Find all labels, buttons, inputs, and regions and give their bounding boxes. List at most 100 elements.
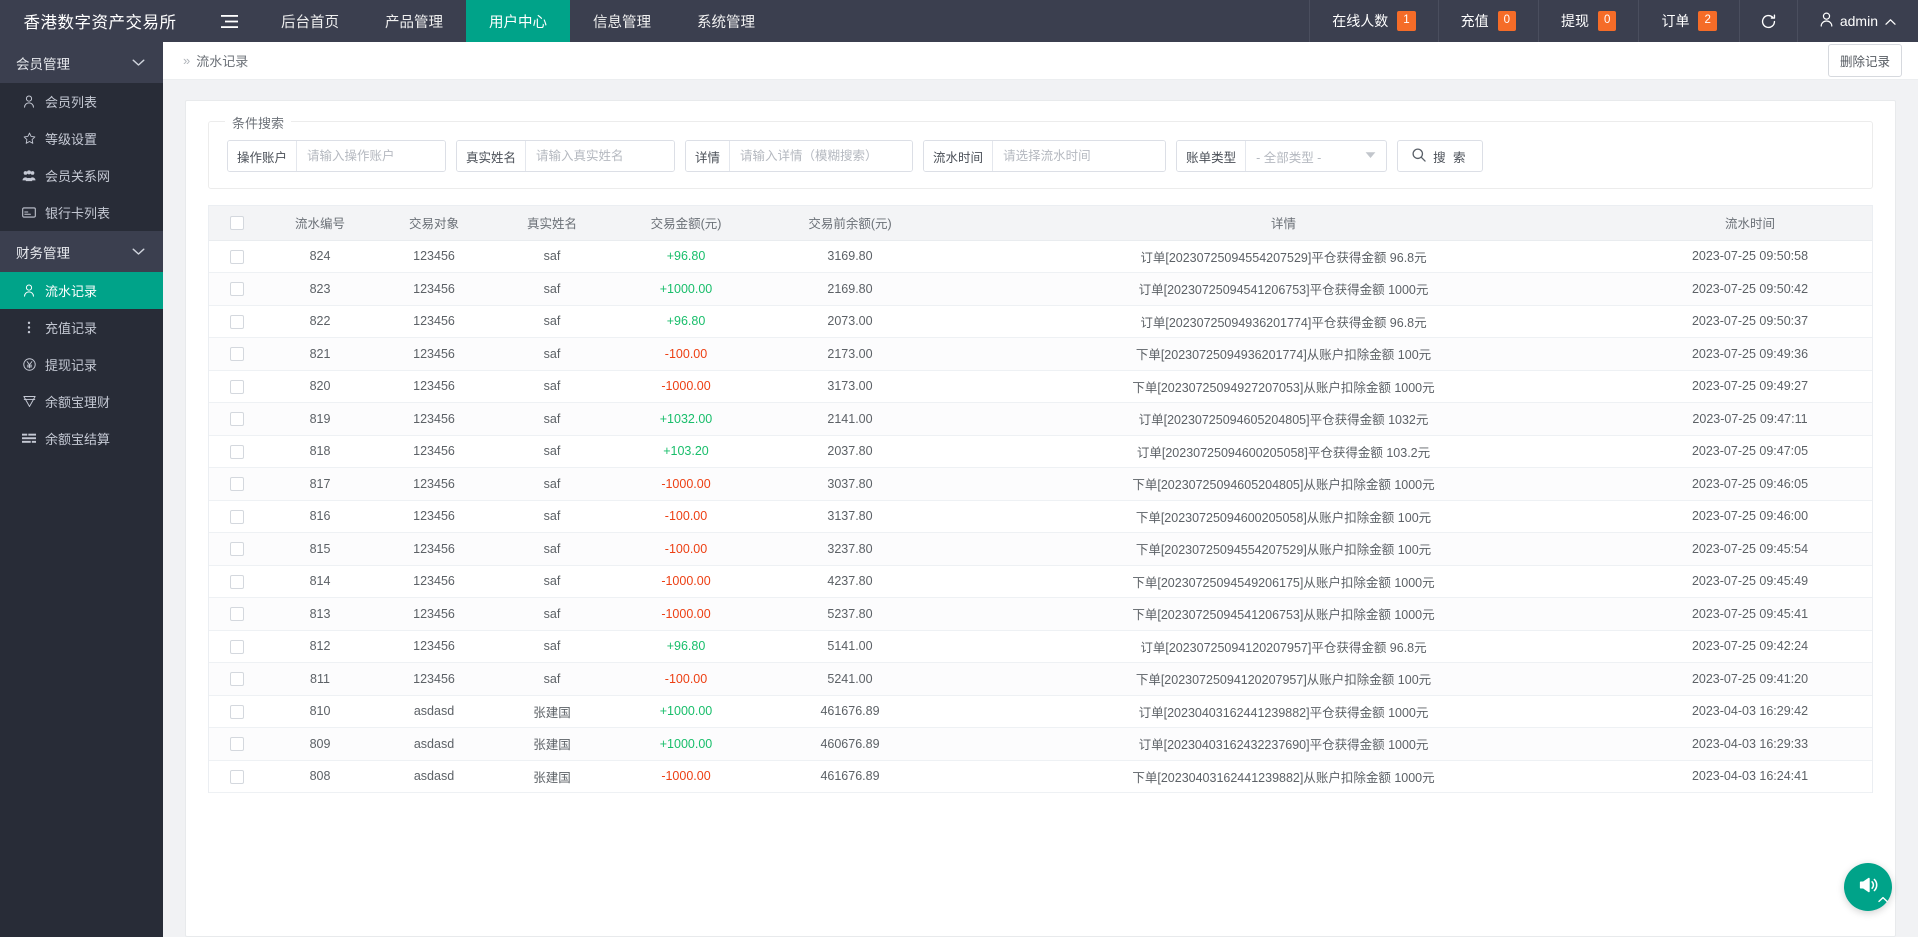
table-row[interactable]: 816 123456 saf -100.00 3137.80 下单[20230725094… xyxy=(209,500,1872,533)
col-detail[interactable]: 详情 xyxy=(939,206,1628,241)
table-row[interactable]: 809 asdasd 张建国 +1000.00 460676.89 订单[20230403… xyxy=(209,727,1872,761)
refresh-icon[interactable] xyxy=(1738,0,1797,42)
table-row[interactable]: 814 123456 saf -1000.00 4237.80 下单[2023072509… xyxy=(209,565,1872,598)
sidebar-item-yuebao-settlement[interactable]: 余额宝结算 xyxy=(0,420,163,457)
cell-amount: +1000.00 xyxy=(611,727,761,761)
row-checkbox[interactable] xyxy=(230,509,244,524)
nav-item-1[interactable]: 产品管理 xyxy=(362,0,466,42)
col-real-name[interactable]: 真实姓名 xyxy=(493,206,611,241)
filter-detail: 详情 xyxy=(685,140,914,172)
col-trade-target[interactable]: 交易对象 xyxy=(375,206,493,241)
row-checkbox[interactable] xyxy=(230,607,244,622)
row-checkbox[interactable] xyxy=(230,444,244,459)
row-checkbox[interactable] xyxy=(230,542,244,557)
table-row[interactable]: 808 asdasd 张建国 -1000.00 461676.89 下单[20230403… xyxy=(209,760,1872,793)
sidebar-item-label: 会员关系网 xyxy=(45,169,111,184)
table-row[interactable]: 815 123456 saf -100.00 3237.80 下单[20230725094… xyxy=(209,532,1872,566)
cell-real-name: saf xyxy=(493,240,611,273)
row-checkbox[interactable] xyxy=(230,314,244,329)
sidebar-item-level-settings[interactable]: 等级设置 xyxy=(0,120,163,157)
transaction-time-input[interactable] xyxy=(993,141,1166,171)
cell-detail: 下单[20230725094554207529]从账户扣除金额 100元 xyxy=(939,532,1628,566)
sidebar-group-member[interactable]: 会员管理 xyxy=(0,42,163,83)
select-all-checkbox[interactable] xyxy=(230,216,244,231)
stat-online-users[interactable]: 在线人数 1 xyxy=(1309,0,1437,42)
user-menu[interactable]: admin xyxy=(1796,0,1918,42)
row-checkbox[interactable] xyxy=(230,704,244,719)
stat-orders[interactable]: 订单 2 xyxy=(1638,0,1738,42)
row-checkbox[interactable] xyxy=(230,412,244,427)
operator-account-input[interactable] xyxy=(297,141,446,171)
cell-record-id: 811 xyxy=(265,662,375,696)
hamburger-icon[interactable] xyxy=(200,0,258,42)
detail-input[interactable] xyxy=(730,141,913,171)
table-row[interactable]: 817 123456 saf -1000.00 3037.80 下单[2023072509… xyxy=(209,467,1872,501)
cell-balance-before: 461676.89 xyxy=(761,760,939,793)
row-checkbox[interactable] xyxy=(230,769,244,784)
col-time[interactable]: 流水时间 xyxy=(1628,206,1872,241)
sidebar-item-bank-cards[interactable]: 银行卡列表 xyxy=(0,194,163,231)
nav-item-2[interactable]: 用户中心 xyxy=(466,0,570,42)
row-select-cell xyxy=(209,662,265,696)
delete-records-button[interactable]: 删除记录 xyxy=(1827,44,1902,77)
table-row[interactable]: 812 123456 saf +96.80 5141.00 订单[202307250941… xyxy=(209,630,1872,663)
row-checkbox[interactable] xyxy=(230,639,244,654)
table-row[interactable]: 819 123456 saf +1032.00 2141.00 订单[2023072509… xyxy=(209,402,1872,436)
sidebar-group-finance[interactable]: 财务管理 xyxy=(0,231,163,272)
cell-balance-before: 461676.89 xyxy=(761,695,939,728)
table-row[interactable]: 820 123456 saf -1000.00 3173.00 下单[2023072509… xyxy=(209,370,1872,403)
stat-label: 订单 xyxy=(1661,13,1690,29)
row-checkbox[interactable] xyxy=(230,379,244,394)
cell-real-name: saf xyxy=(493,467,611,501)
col-balance-before[interactable]: 交易前余额(元) xyxy=(761,206,939,241)
col-amount[interactable]: 交易金额(元) xyxy=(611,206,761,241)
sidebar-item-recharge-records[interactable]: 充值记录 xyxy=(0,309,163,346)
cell-amount: -100.00 xyxy=(611,532,761,566)
row-checkbox[interactable] xyxy=(230,737,244,752)
search-legend: 条件搜索 xyxy=(225,113,292,132)
row-checkbox[interactable] xyxy=(230,282,244,297)
row-checkbox[interactable] xyxy=(230,672,244,687)
announcement-fab[interactable] xyxy=(1844,863,1892,911)
table-row[interactable]: 822 123456 saf +96.80 2073.00 订单[202307250949… xyxy=(209,305,1872,338)
table-row[interactable]: 818 123456 saf +103.20 2037.80 订单[20230725094… xyxy=(209,435,1872,468)
sidebar-item-yuebao-finance[interactable]: 余额宝理财 xyxy=(0,383,163,420)
cell-real-name: saf xyxy=(493,402,611,436)
cell-record-id: 819 xyxy=(265,402,375,436)
table-header-row: 流水编号 交易对象 真实姓名 交易金额(元) 交易前余额(元) 详情 流水时间 xyxy=(209,206,1872,241)
cell-trade-target: asdasd xyxy=(375,727,493,761)
search-button[interactable]: 搜 索 xyxy=(1397,140,1483,172)
row-checkbox[interactable] xyxy=(230,477,244,492)
row-select-cell xyxy=(209,727,265,761)
star-icon xyxy=(22,132,36,145)
stat-withdraw[interactable]: 提现 0 xyxy=(1538,0,1638,42)
cell-balance-before: 3169.80 xyxy=(761,240,939,273)
sidebar-item-transaction-records[interactable]: 流水记录 xyxy=(0,272,163,309)
table-row[interactable]: 813 123456 saf -1000.00 5237.80 下单[2023072509… xyxy=(209,597,1872,631)
table-row[interactable]: 824 123456 saf +96.80 3169.80 订单[202307250945… xyxy=(209,240,1872,273)
sidebar-item-withdraw-records[interactable]: 提现记录 xyxy=(0,346,163,383)
cell-time: 2023-07-25 09:50:37 xyxy=(1628,305,1872,338)
table-row[interactable]: 823 123456 saf +1000.00 2169.80 订单[2023072509… xyxy=(209,272,1872,306)
nav-item-3[interactable]: 信息管理 xyxy=(570,0,674,42)
cell-time: 2023-07-25 09:49:36 xyxy=(1628,337,1872,371)
cell-balance-before: 3237.80 xyxy=(761,532,939,566)
row-select-cell xyxy=(209,402,265,436)
cell-real-name: 张建国 xyxy=(493,695,611,728)
nav-item-0[interactable]: 后台首页 xyxy=(258,0,362,42)
sidebar-item-member-network[interactable]: 会员关系网 xyxy=(0,157,163,194)
row-checkbox[interactable] xyxy=(230,249,244,264)
row-checkbox[interactable] xyxy=(230,347,244,362)
sidebar-item-member-list[interactable]: 会员列表 xyxy=(0,83,163,120)
stat-label: 在线人数 xyxy=(1332,13,1389,29)
cell-trade-target: 123456 xyxy=(375,272,493,306)
table-row[interactable]: 821 123456 saf -100.00 2173.00 下单[20230725094… xyxy=(209,337,1872,371)
bill-type-select[interactable]: - 全部类型 - xyxy=(1246,141,1386,171)
nav-item-4[interactable]: 系统管理 xyxy=(674,0,778,42)
table-row[interactable]: 810 asdasd 张建国 +1000.00 461676.89 订单[20230403… xyxy=(209,695,1872,728)
table-row[interactable]: 811 123456 saf -100.00 5241.00 下单[20230725094… xyxy=(209,662,1872,696)
col-record-id[interactable]: 流水编号 xyxy=(265,206,375,241)
real-name-input[interactable] xyxy=(526,141,675,171)
row-checkbox[interactable] xyxy=(230,574,244,589)
stat-recharge[interactable]: 充值 0 xyxy=(1437,0,1538,42)
